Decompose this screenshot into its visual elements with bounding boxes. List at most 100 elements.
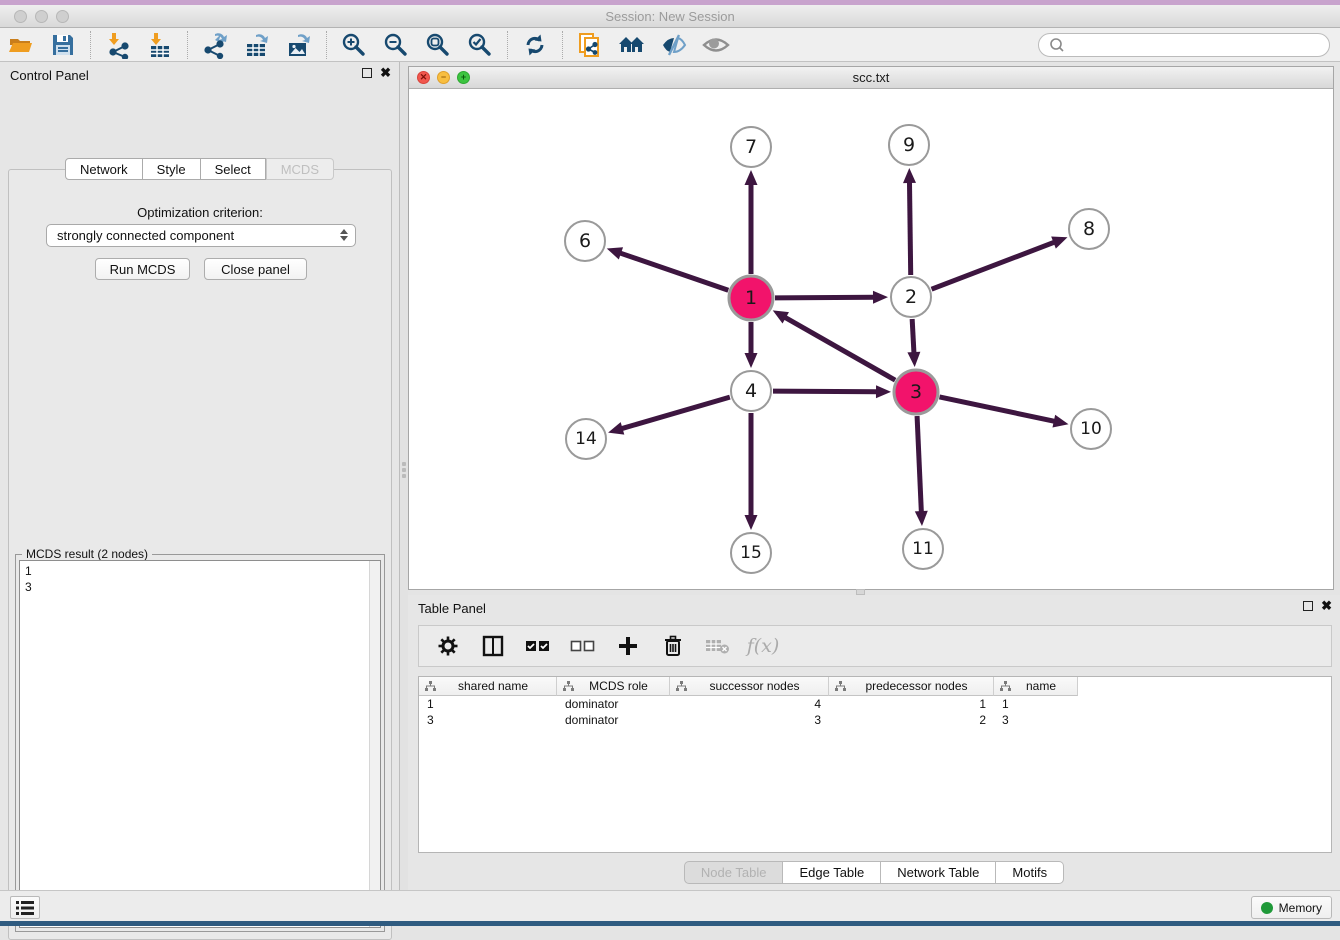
table-float-panel-icon[interactable] [1303,601,1313,611]
import-network-button[interactable] [101,30,135,60]
select-all-button[interactable] [525,633,551,659]
import-table-button[interactable] [143,30,177,60]
graph-edge-2-8[interactable] [932,242,1056,289]
table-cell[interactable]: 1 [829,696,994,712]
column-header-name[interactable]: name [994,677,1078,696]
table-row[interactable]: 1dominator411 [419,696,1331,712]
refresh-network-button[interactable] [518,30,552,60]
search-input[interactable] [1068,35,1329,55]
graph-edge-arrow-1-4 [745,353,758,368]
export-table-button[interactable] [240,30,274,60]
open-file-button[interactable] [4,30,38,60]
graph-edge-2-9[interactable] [909,181,910,275]
delete-column-button[interactable] [660,633,686,659]
mcds-tab-content: Optimization criterion: strongly connect… [8,169,392,940]
task-history-button[interactable] [10,896,40,919]
control-panel-tab-style[interactable]: Style [143,158,201,180]
graph-edge-2-3[interactable] [912,319,914,354]
function-builder-button[interactable]: f(x) [750,633,776,659]
graph-node-label-14: 14 [575,429,597,449]
table-tab-motifs[interactable]: Motifs [996,861,1064,884]
home-layout-button[interactable] [615,30,649,60]
open-folder-icon [7,31,35,59]
save-icon [50,32,76,58]
table-cell[interactable]: 1 [994,696,1078,712]
graph-edge-arrow-1-7 [745,170,758,185]
table-cell[interactable]: dominator [557,712,670,728]
save-session-button[interactable] [46,30,80,60]
table-cell[interactable]: 4 [670,696,829,712]
delete-table-button[interactable] [705,633,731,659]
mcds-result-textarea[interactable]: 1 3 [19,560,381,928]
control-panel-tab-mcds[interactable]: MCDS [266,158,334,180]
toggle-bird-eye-view-button[interactable] [699,30,733,60]
table-row[interactable]: 3dominator323 [419,712,1331,728]
node-table-header: shared nameMCDS rolesuccessor nodesprede… [419,677,1331,696]
criterion-value: strongly connected component [57,228,234,243]
zoom-selected-button[interactable] [463,30,497,60]
home-icon [617,31,647,59]
control-panel-tab-select[interactable]: Select [201,158,266,180]
graph-edge-arrow-4-14 [608,422,624,434]
graph-edge-1-6[interactable] [619,253,728,291]
graph-node-label-4: 4 [745,380,757,402]
column-header-shared-name[interactable]: shared name [419,677,557,696]
dropdown-stepper-icon [340,229,348,241]
table-panel: Table Panel ✖ [408,595,1340,890]
graph-edge-3-10[interactable] [939,397,1055,422]
desktop-bottom-strip [0,921,1340,926]
table-cell[interactable]: dominator [557,696,670,712]
graph-edge-arrow-3-10 [1052,415,1068,428]
column-header-predecessor-nodes[interactable]: predecessor nodes [829,677,994,696]
close-panel-button[interactable]: Close panel [204,258,307,280]
table-cell[interactable]: 1 [419,696,557,712]
copy-network-button[interactable] [573,30,607,60]
eye-icon [701,31,731,59]
close-panel-icon[interactable]: ✖ [380,68,391,78]
table-cell[interactable]: 3 [670,712,829,728]
graph-edge-4-14[interactable] [621,397,730,429]
table-tab-network-table[interactable]: Network Table [881,861,996,884]
copy-network-icon [576,31,604,59]
control-panel-tab-network[interactable]: Network [65,158,143,180]
criterion-dropdown[interactable]: strongly connected component [46,224,356,247]
graph-edge-3-1[interactable] [784,317,895,380]
run-mcds-button[interactable]: Run MCDS [95,258,190,280]
zoom-fit-button[interactable] [421,30,455,60]
column-header-MCDS-role[interactable]: MCDS role [557,677,670,696]
column-layout-button[interactable] [480,633,506,659]
graph-edge-3-11[interactable] [917,416,921,513]
column-header-successor-nodes[interactable]: successor nodes [670,677,829,696]
export-network-button[interactable] [198,30,232,60]
delete-table-icon [705,636,731,656]
table-cell[interactable]: 3 [419,712,557,728]
table-cell[interactable]: 2 [829,712,994,728]
table-panel-title: Table Panel [418,601,486,616]
export-image-button[interactable] [282,30,316,60]
control-panel-title: Control Panel [10,68,89,83]
table-settings-button[interactable] [435,633,461,659]
show-hide-graphics-details-button[interactable] [657,30,691,60]
network-canvas[interactable]: 1234678910111415 [409,89,1333,589]
optimization-criterion-label: Optimization criterion: [9,205,391,220]
graph-edge-4-3[interactable] [773,391,878,392]
table-close-panel-icon[interactable]: ✖ [1321,601,1332,611]
zoom-out-button[interactable] [379,30,413,60]
add-column-button[interactable] [615,633,641,659]
status-bar: Memory [0,890,1340,921]
zoom-in-button[interactable] [337,30,371,60]
table-tab-edge-table[interactable]: Edge Table [783,861,881,884]
table-cell[interactable]: 3 [994,712,1078,728]
network-window-titlebar[interactable]: ✕ − + scc.txt [409,67,1333,89]
graph-edge-1-2[interactable] [775,297,875,298]
float-panel-icon[interactable] [362,68,372,78]
network-window-title: scc.txt [409,70,1333,85]
memory-button[interactable]: Memory [1251,896,1332,919]
mcds-result-scrollbar[interactable] [369,561,380,927]
vertical-splitter[interactable] [400,62,408,890]
trash-icon [662,635,684,657]
node-table-rows: 1dominator4113dominator323 [419,696,1331,728]
table-tab-node-table[interactable]: Node Table [684,861,784,884]
graph-edge-arrow-2-9 [903,168,916,183]
deselect-all-button[interactable] [570,633,596,659]
